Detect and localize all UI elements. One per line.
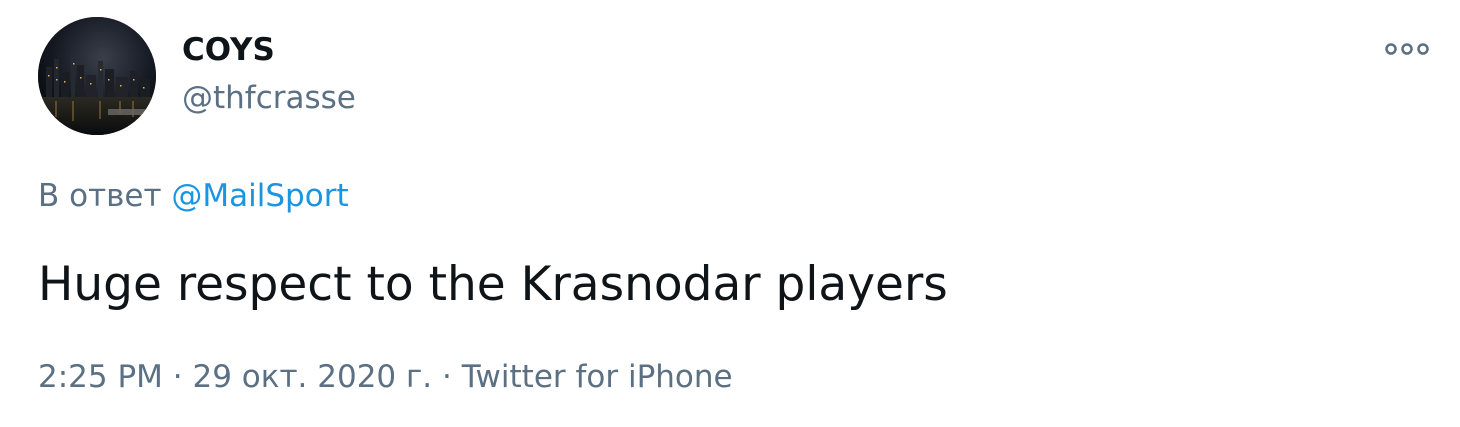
tweet-date-link[interactable]: 29 окт. 2020 г.	[193, 359, 433, 395]
author-handle[interactable]: @thfcrasse	[182, 78, 356, 118]
reply-context: В ответ @MailSport	[38, 176, 349, 216]
tweet-source-link[interactable]: Twitter for iPhone	[462, 359, 733, 395]
tweet-text: Huge respect to the Krasnodar players	[38, 257, 948, 312]
meta-separator: ·	[442, 359, 452, 395]
author-display-name[interactable]: COYS	[182, 30, 275, 70]
reply-prefix: В ответ	[38, 178, 162, 214]
avatar[interactable]	[38, 17, 156, 135]
reply-mention-link[interactable]: @MailSport	[171, 178, 348, 214]
more-options-button[interactable]	[1380, 34, 1434, 64]
tweet-card: COYS @thfcrasse В ответ @MailSport Huge …	[0, 0, 1460, 427]
more-horizontal-icon	[1385, 43, 1429, 55]
tweet-metadata: 2:25 PM · 29 окт. 2020 г. · Twitter for …	[38, 357, 733, 397]
avatar-image	[38, 17, 156, 135]
meta-separator: ·	[172, 359, 183, 395]
tweet-timestamp-link[interactable]: 2:25 PM	[38, 359, 163, 395]
